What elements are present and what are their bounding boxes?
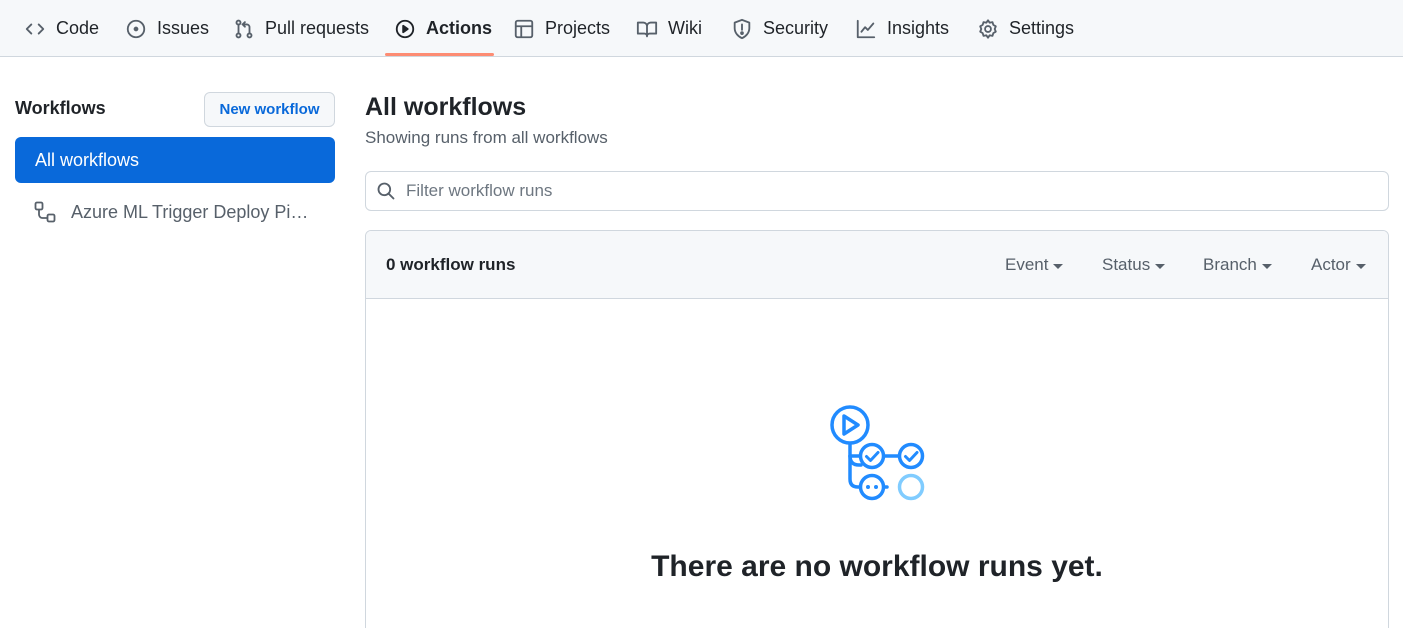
active-tab-indicator — [385, 53, 494, 56]
book-icon — [636, 18, 658, 40]
tab-code[interactable]: Code — [24, 0, 99, 57]
sidebar-item-label: Azure ML Trigger Deploy Pipe... — [71, 201, 316, 222]
tab-label: Actions — [426, 18, 493, 38]
workflow-runs-count: 0 workflow runs — [386, 255, 516, 274]
caret-down-icon — [1155, 263, 1166, 269]
tab-label: Code — [56, 18, 100, 38]
filter-workflow-runs-input[interactable] — [406, 181, 1366, 201]
tab-issues[interactable]: Issues — [125, 0, 209, 57]
page-subtitle: Showing runs from all workflows — [365, 128, 608, 147]
tab-insights[interactable]: Insights — [855, 0, 949, 57]
sidebar-item-all-workflows[interactable]: All workflows — [15, 137, 335, 183]
tab-wiki[interactable]: Wiki — [636, 0, 702, 57]
empty-state-message: There are no workflow runs yet. — [651, 550, 1103, 583]
workflow-illustration-icon — [830, 405, 925, 501]
shield-icon — [731, 18, 753, 40]
table-icon — [513, 18, 535, 40]
tab-label: Settings — [1009, 18, 1075, 38]
graph-icon — [855, 18, 877, 40]
code-icon — [24, 18, 46, 40]
caret-down-icon — [1355, 263, 1366, 269]
status-filter-dropdown[interactable]: Status — [1102, 255, 1166, 275]
tab-settings[interactable]: Settings — [977, 0, 1074, 57]
tab-label: Security — [763, 18, 829, 38]
pull-request-icon — [233, 18, 255, 40]
page-title: All workflows — [365, 93, 527, 121]
tab-label: Projects — [545, 18, 611, 38]
tab-label: Wiki — [668, 18, 702, 38]
workflow-runs-header: 0 workflow runs Event Status Branch Acto… — [366, 231, 1388, 299]
workflow-icon — [33, 200, 57, 224]
tab-label: Issues — [157, 18, 210, 38]
workflow-runs-panel: 0 workflow runs Event Status Branch Acto… — [365, 230, 1389, 628]
dropdown-label: Actor — [1311, 255, 1351, 274]
issue-icon — [125, 18, 147, 40]
caret-down-icon — [1053, 263, 1064, 269]
tab-security[interactable]: Security — [731, 0, 828, 57]
repo-nav: Code Issues Pull requests Actions Projec… — [0, 0, 1403, 57]
sidebar-item-label: All workflows — [35, 149, 140, 170]
tab-label: Pull requests — [265, 18, 370, 38]
branch-filter-dropdown[interactable]: Branch — [1203, 255, 1272, 275]
actor-filter-dropdown[interactable]: Actor — [1311, 255, 1366, 275]
search-icon — [376, 181, 396, 201]
new-workflow-button[interactable]: New workflow — [204, 92, 335, 127]
sidebar-item-azure-ml-workflow[interactable]: Azure ML Trigger Deploy Pipe... — [15, 190, 335, 234]
workflows-heading: Workflows — [15, 98, 106, 118]
tab-pull-requests[interactable]: Pull requests — [233, 0, 369, 57]
dropdown-label: Status — [1102, 255, 1151, 274]
tab-label: Insights — [887, 18, 950, 38]
play-icon — [394, 18, 416, 40]
filter-workflow-runs-field[interactable] — [365, 171, 1389, 211]
gear-icon — [977, 18, 999, 40]
tab-projects[interactable]: Projects — [513, 0, 610, 57]
tab-actions[interactable]: Actions — [394, 0, 492, 57]
caret-down-icon — [1261, 263, 1272, 269]
dropdown-label: Branch — [1203, 255, 1257, 274]
dropdown-label: Event — [1005, 255, 1049, 274]
event-filter-dropdown[interactable]: Event — [1005, 255, 1064, 275]
